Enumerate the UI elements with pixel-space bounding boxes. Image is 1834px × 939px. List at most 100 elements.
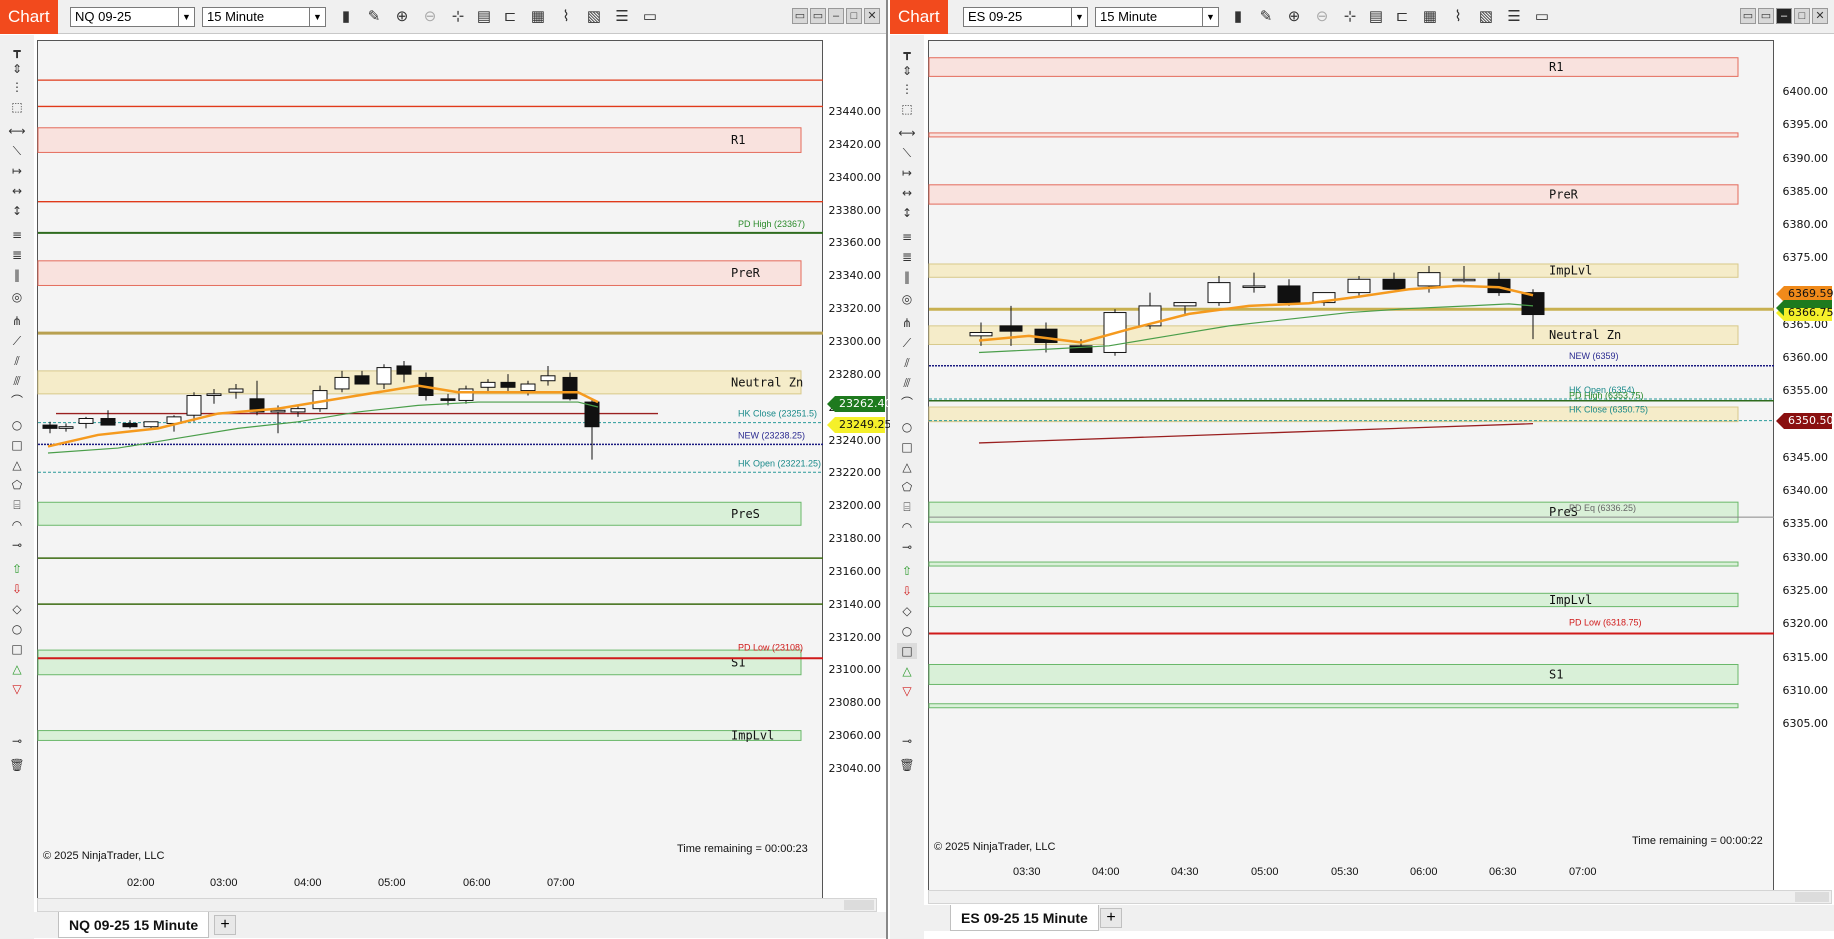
fib-time-icon[interactable]: ‖	[7, 267, 27, 283]
triangle-down-icon[interactable]: ▽	[897, 683, 917, 699]
trade-panel-icon[interactable]: ▭	[640, 7, 660, 27]
fib-circle-icon[interactable]: ◎	[897, 291, 917, 307]
triangle-down-icon[interactable]: ▽	[7, 681, 27, 697]
snap-icon[interactable]: ⊸	[897, 733, 917, 749]
snap-icon[interactable]: ⊸	[7, 733, 27, 749]
price-panel[interactable]: R1 PreR ImpLvl Neutral Zn PreS ImpLvl S1 NEW (6…	[928, 40, 1774, 900]
extended-line-icon[interactable]: ↦	[7, 163, 27, 179]
horizontal-line-icon[interactable]: ↔	[7, 183, 27, 199]
fib-extension-icon[interactable]: ≣	[7, 247, 27, 263]
crosshair-icon[interactable]: ⊹	[1340, 7, 1360, 27]
ray-icon[interactable]: ⟍	[897, 145, 917, 161]
horizontal-scrollbar[interactable]	[928, 890, 1832, 904]
arrow-up-icon[interactable]: ⇧	[7, 561, 27, 577]
marker-icon[interactable]: ⊸	[7, 537, 27, 553]
zoom-out-icon[interactable]: ⊖	[1312, 7, 1332, 27]
price-axis[interactable]: 23440.00 23420.00 23400.00 23380.00 23360.00…	[823, 40, 892, 909]
chart-menu-button[interactable]: Chart	[890, 0, 948, 34]
time-axis[interactable]	[37, 866, 823, 890]
trash-icon[interactable]: 🗑	[7, 757, 27, 773]
strategies-icon[interactable]: ▧	[584, 7, 604, 27]
data-series-icon[interactable]: ▦	[528, 7, 548, 27]
price-axis[interactable]: 6400.00 6395.00 6390.00 6385.00 6380.00 6375.…	[1774, 40, 1834, 900]
rectangle-icon[interactable]: □	[897, 439, 917, 455]
triangle-icon[interactable]: △	[897, 459, 917, 475]
scrollbar-thumb[interactable]	[1795, 892, 1829, 902]
properties-icon[interactable]: ▤	[474, 7, 494, 27]
period-selector[interactable]: 15 Minute ▼	[1095, 7, 1219, 27]
arrow-up-icon[interactable]: ⇧	[897, 563, 917, 579]
list-icon[interactable]: ☰	[612, 7, 632, 27]
vertical-line-icon[interactable]: ↕	[7, 203, 27, 219]
square-icon[interactable]: □	[897, 643, 917, 659]
data-series-icon[interactable]: ▦	[1420, 7, 1440, 27]
ellipse-icon[interactable]: ○	[7, 417, 27, 433]
price-panel[interactable]: R1 PreR Neutral Zn PreS S1 ImpLvl PD High (233…	[37, 40, 876, 909]
arrow-down-icon[interactable]: ⇩	[7, 581, 27, 597]
chevron-down-icon[interactable]: ▼	[1071, 8, 1087, 26]
crosshair-icon[interactable]: ⊹	[448, 7, 468, 27]
rectangle-icon[interactable]: □	[7, 437, 27, 453]
channel-icon[interactable]: ⫽	[897, 355, 917, 371]
arrow-down-icon[interactable]: ⇩	[897, 583, 917, 599]
polygon-icon[interactable]: ⬠	[897, 479, 917, 495]
trash-icon[interactable]: 🗑	[897, 757, 917, 773]
triangle-up-icon[interactable]: △	[897, 663, 917, 679]
zoom-in-icon[interactable]: ⊕	[1284, 7, 1304, 27]
regression-channel-icon[interactable]: ⫻	[897, 375, 917, 391]
templates-icon[interactable]: ⊏	[1392, 7, 1412, 27]
close-icon[interactable]: ✕	[864, 8, 880, 24]
arc-icon[interactable]: ◠	[897, 519, 917, 535]
list-icon[interactable]: ☰	[1504, 7, 1524, 27]
minimize-icon[interactable]: –	[828, 8, 844, 24]
instrument-selector[interactable]: ES 09-25 ▼	[963, 7, 1088, 27]
extended-line-icon[interactable]: ↦	[897, 165, 917, 181]
add-tab-button[interactable]: +	[1100, 908, 1122, 928]
chevron-down-icon[interactable]: ▼	[1202, 8, 1218, 26]
risk-reward-icon[interactable]: ⇕	[7, 61, 27, 77]
templates-icon[interactable]: ⊏	[500, 7, 520, 27]
chart-menu-button[interactable]: Chart	[0, 0, 58, 34]
risk-reward-icon[interactable]: ⇕	[897, 63, 917, 79]
polygon-icon[interactable]: ⬠	[7, 477, 27, 493]
diamond-icon[interactable]: ◇	[7, 601, 27, 617]
channel-icon[interactable]: ⫽	[7, 353, 27, 369]
period-selector[interactable]: 15 Minute ▼	[202, 7, 326, 27]
line-icon[interactable]: ⟷	[897, 125, 917, 141]
gann-fan-icon[interactable]: ⟋	[7, 333, 27, 349]
time-cycles-icon[interactable]: ⌒	[897, 395, 917, 411]
maximize-icon[interactable]: □	[1794, 8, 1810, 24]
marker-icon[interactable]: ⊸	[897, 539, 917, 555]
fibonacci-icon[interactable]: ≡	[897, 229, 917, 245]
fib-circle-icon[interactable]: ◎	[7, 289, 27, 305]
ellipse-icon[interactable]: ○	[897, 419, 917, 435]
close-icon[interactable]: ✕	[1812, 8, 1828, 24]
fib-extension-icon[interactable]: ≣	[897, 249, 917, 265]
dot-icon[interactable]: ○	[7, 621, 27, 637]
restore-icon[interactable]: ▭	[792, 8, 808, 24]
square-icon[interactable]: □	[7, 641, 27, 657]
indicators-icon[interactable]: ⌇	[1448, 7, 1468, 27]
indicators-icon[interactable]: ⌇	[556, 7, 576, 27]
scrollbar-thumb[interactable]	[844, 900, 874, 910]
tile-icon[interactable]: ▭	[810, 8, 826, 24]
chevron-down-icon[interactable]: ▼	[178, 8, 194, 26]
text-icon[interactable]: ⌸	[897, 499, 917, 515]
ruler-icon[interactable]: ┳	[897, 45, 917, 61]
text-icon[interactable]: ⌸	[7, 497, 27, 513]
properties-icon[interactable]: ▤	[1366, 7, 1386, 27]
strategies-icon[interactable]: ▧	[1476, 7, 1496, 27]
horizontal-line-icon[interactable]: ↔	[897, 185, 917, 201]
fibonacci-icon[interactable]: ≡	[7, 227, 27, 243]
triangle-up-icon[interactable]: △	[7, 661, 27, 677]
gann-fan-icon[interactable]: ⟋	[897, 335, 917, 351]
chevron-down-icon[interactable]: ▼	[309, 8, 325, 26]
rectangle-select-icon[interactable]: ⬚	[7, 99, 27, 115]
arc-icon[interactable]: ◠	[7, 517, 27, 533]
rectangle-select-icon[interactable]: ⬚	[897, 101, 917, 117]
tile-icon[interactable]: ▭	[1758, 8, 1774, 24]
regression-channel-icon[interactable]: ⫻	[7, 373, 27, 389]
pencil-icon[interactable]: ✎	[1256, 7, 1276, 27]
line-icon[interactable]: ⟷	[7, 123, 27, 139]
minimize-icon[interactable]: –	[1776, 8, 1792, 24]
